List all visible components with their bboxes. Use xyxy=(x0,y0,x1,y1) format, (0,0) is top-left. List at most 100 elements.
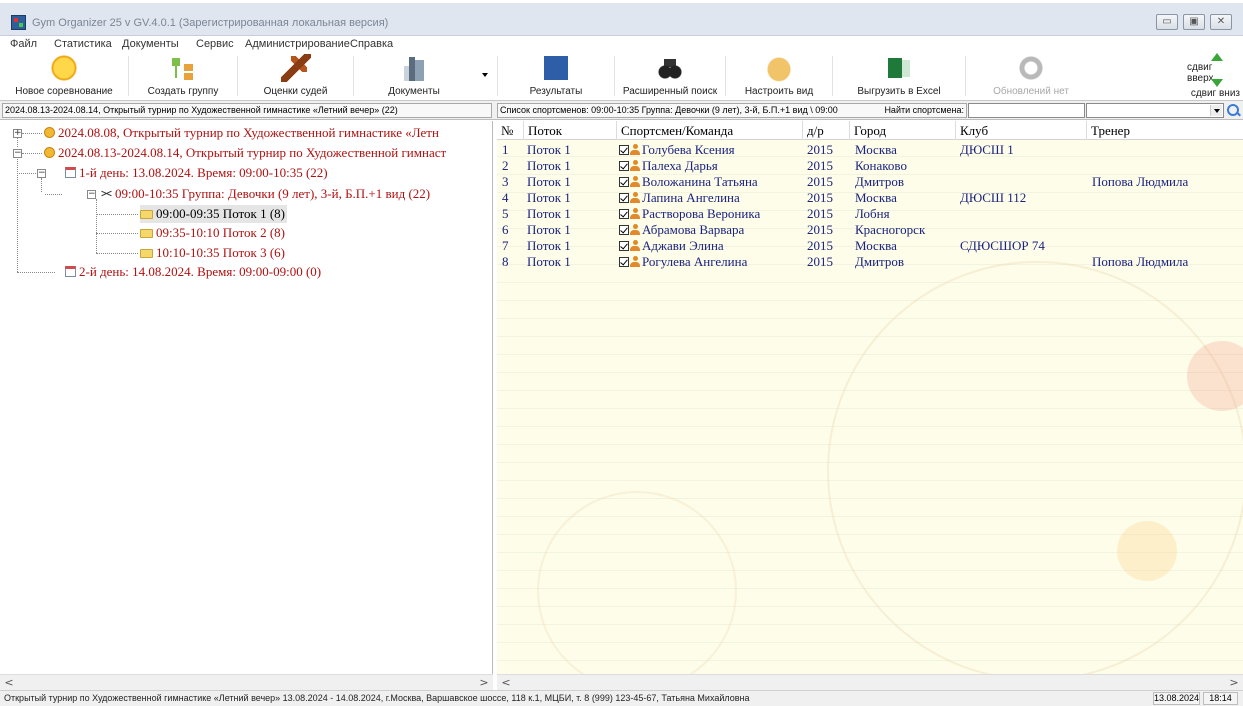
tree-connector xyxy=(17,272,55,273)
checkbox-checked[interactable] xyxy=(619,225,629,235)
cell-city: Конаково xyxy=(855,158,907,173)
tree-node-day[interactable]: 2-й день: 14.08.2024. Время: 09:00-09:00… xyxy=(65,263,321,281)
table-row[interactable]: 1 Поток 1 Голубева Ксения 2015 Москва ДЮСШ 1 xyxy=(497,142,1243,158)
cell-number: 6 xyxy=(502,222,509,237)
tree-node-competition[interactable]: 2024.08.08, Открытый турнир по Художеств… xyxy=(44,124,439,142)
checkbox-checked[interactable] xyxy=(619,145,629,155)
column-header-coach[interactable]: Тренер xyxy=(1087,121,1243,140)
scroll-left-icon[interactable]: < xyxy=(499,675,513,691)
search-input[interactable] xyxy=(968,103,1085,118)
cell-birth-year: 2015 xyxy=(807,206,833,221)
tree-node-flow[interactable]: 09:35-10:10 Поток 2 (8) xyxy=(140,224,285,242)
tree-node-day[interactable]: 1-й день: 13.08.2024. Время: 09:00-10:35… xyxy=(65,164,328,182)
minimize-button[interactable]: ▭ xyxy=(1156,14,1178,30)
cell-flow: Поток 1 xyxy=(527,206,571,221)
binoculars-icon xyxy=(655,54,685,82)
customize-view-button[interactable]: Настроить вид xyxy=(726,52,832,100)
status-bar: Открытый турнир по Художественной гимнас… xyxy=(0,690,1243,706)
tree-node-flow-selected[interactable]: 09:00-09:35 Поток 1 (8) xyxy=(140,205,288,223)
checkbox-checked[interactable] xyxy=(619,193,629,203)
title-bar: Gym Organizer 25 v GV.4.0.1 (Зарегистрир… xyxy=(0,3,1243,36)
cell-city: Москва xyxy=(855,142,897,157)
updates-button[interactable]: Обновлений нет xyxy=(966,52,1096,100)
menu-statistics[interactable]: Статистика xyxy=(54,38,112,50)
tree-expander[interactable]: + xyxy=(13,129,22,138)
create-group-button[interactable]: Создать группу xyxy=(129,52,237,100)
athlete-name: Палеха Дарья xyxy=(642,158,718,173)
checkbox-checked[interactable] xyxy=(619,209,629,219)
documents-button[interactable]: Документы xyxy=(354,52,474,100)
cell-number: 3 xyxy=(502,174,509,189)
close-button[interactable]: ✕ xyxy=(1210,14,1232,30)
cell-athlete: Голубева Ксения xyxy=(619,142,735,158)
tree-node-label: 10:10-10:35 Поток 3 (6) xyxy=(156,245,286,260)
cell-athlete: Аджави Элина xyxy=(619,238,724,254)
tree-expander[interactable]: − xyxy=(87,190,96,199)
tree-connector xyxy=(17,151,18,272)
checkbox-checked[interactable] xyxy=(619,241,629,251)
grid-horizontal-scrollbar[interactable]: < > xyxy=(497,674,1243,690)
minimize-icon: ▭ xyxy=(1162,16,1172,27)
tree-expander[interactable]: − xyxy=(37,169,46,178)
search-combo[interactable] xyxy=(1086,103,1224,118)
table-row[interactable]: 6 Поток 1 Абрамова Варвара 2015 Красногорск xyxy=(497,222,1243,238)
advanced-search-button[interactable]: Расширенный поиск xyxy=(615,52,725,100)
results-button[interactable]: Результаты xyxy=(498,52,614,100)
palette-icon xyxy=(764,54,794,82)
column-header-city[interactable]: Город xyxy=(850,121,956,140)
column-header-birth-year[interactable]: д/р xyxy=(803,121,850,140)
menu-help[interactable]: Справка xyxy=(350,38,393,50)
menu-service[interactable]: Сервис xyxy=(196,38,234,50)
scroll-left-icon[interactable]: < xyxy=(2,675,16,691)
close-icon: ✕ xyxy=(1216,16,1226,27)
table-row[interactable]: 3 Поток 1 Воложанина Татьяна 2015 Дмитров Поп… xyxy=(497,174,1243,190)
column-header-athlete[interactable]: Спортсмен/Команда xyxy=(617,121,803,140)
cell-athlete: Воложанина Татьяна xyxy=(619,174,758,190)
column-header-club[interactable]: Клуб xyxy=(956,121,1087,140)
checkbox-checked[interactable] xyxy=(619,177,629,187)
table-row[interactable]: 7 Поток 1 Аджави Элина 2015 Москва СДЮСШОР 74 xyxy=(497,238,1243,254)
maximize-button[interactable]: ▣ xyxy=(1183,14,1205,30)
grid-header: № Поток Спортсмен/Команда д/р Город Клуб… xyxy=(497,121,1243,140)
cell-birth-year: 2015 xyxy=(807,174,833,189)
tree-node-flow[interactable]: 10:10-10:35 Поток 3 (6) xyxy=(140,244,285,262)
checkbox-checked[interactable] xyxy=(619,257,629,267)
export-excel-button[interactable]: Выгрузить в Excel xyxy=(833,52,965,100)
tree-node-group[interactable]: 09:00-10:35 Группа: Девочки (9 лет), 3-й… xyxy=(101,185,430,203)
new-competition-button[interactable]: Новое соревнование xyxy=(0,52,128,100)
window-title: Gym Organizer 25 v GV.4.0.1 (Зарегистрир… xyxy=(32,17,389,29)
tree-node-competition[interactable]: 2024.08.13-2024.08.14, Открытый турнир п… xyxy=(44,144,446,162)
menu-documents[interactable]: Документы xyxy=(122,38,179,50)
cell-flow: Поток 1 xyxy=(527,254,571,269)
menu-file[interactable]: Файл xyxy=(10,38,37,50)
table-row[interactable]: 4 Поток 1 Лапина Ангелина 2015 Москва ДЮСШ 11… xyxy=(497,190,1243,206)
cell-city: Москва xyxy=(855,190,897,205)
search-icon[interactable] xyxy=(1226,103,1240,117)
toolbar: Новое соревнование Создать группу Оценки… xyxy=(0,52,1243,101)
cell-birth-year: 2015 xyxy=(807,190,833,205)
tree-horizontal-scrollbar[interactable]: < > xyxy=(0,674,493,690)
scroll-right-icon[interactable]: > xyxy=(1227,675,1241,691)
cell-athlete: Палеха Дарья xyxy=(619,158,718,174)
person-icon xyxy=(630,208,640,220)
athlete-name: Рогулева Ангелина xyxy=(642,254,748,269)
results-icon xyxy=(541,54,571,82)
tree-expander[interactable]: − xyxy=(13,149,22,158)
cell-number: 1 xyxy=(502,142,509,157)
column-header-number[interactable]: № xyxy=(497,121,524,140)
menu-administration[interactable]: Администрирование xyxy=(245,38,350,50)
tree-connector xyxy=(96,199,97,253)
chevron-down-icon[interactable] xyxy=(1210,105,1222,116)
athlete-name: Воложанина Татьяна xyxy=(642,174,758,189)
ribbon-icon xyxy=(101,188,112,199)
documents-dropdown-arrow[interactable] xyxy=(482,73,488,77)
checkbox-checked[interactable] xyxy=(619,161,629,171)
cell-flow: Поток 1 xyxy=(527,222,571,237)
scroll-right-icon[interactable]: > xyxy=(477,675,491,691)
judge-scores-button[interactable]: Оценки судей xyxy=(238,52,353,100)
table-row[interactable]: 8 Поток 1 Рогулева Ангелина 2015 Дмитров Попо… xyxy=(497,254,1243,270)
table-row[interactable]: 2 Поток 1 Палеха Дарья 2015 Конаково xyxy=(497,158,1243,174)
tree-connector xyxy=(96,253,138,254)
column-header-flow[interactable]: Поток xyxy=(524,121,617,140)
table-row[interactable]: 5 Поток 1 Растворова Вероника 2015 Лобня xyxy=(497,206,1243,222)
